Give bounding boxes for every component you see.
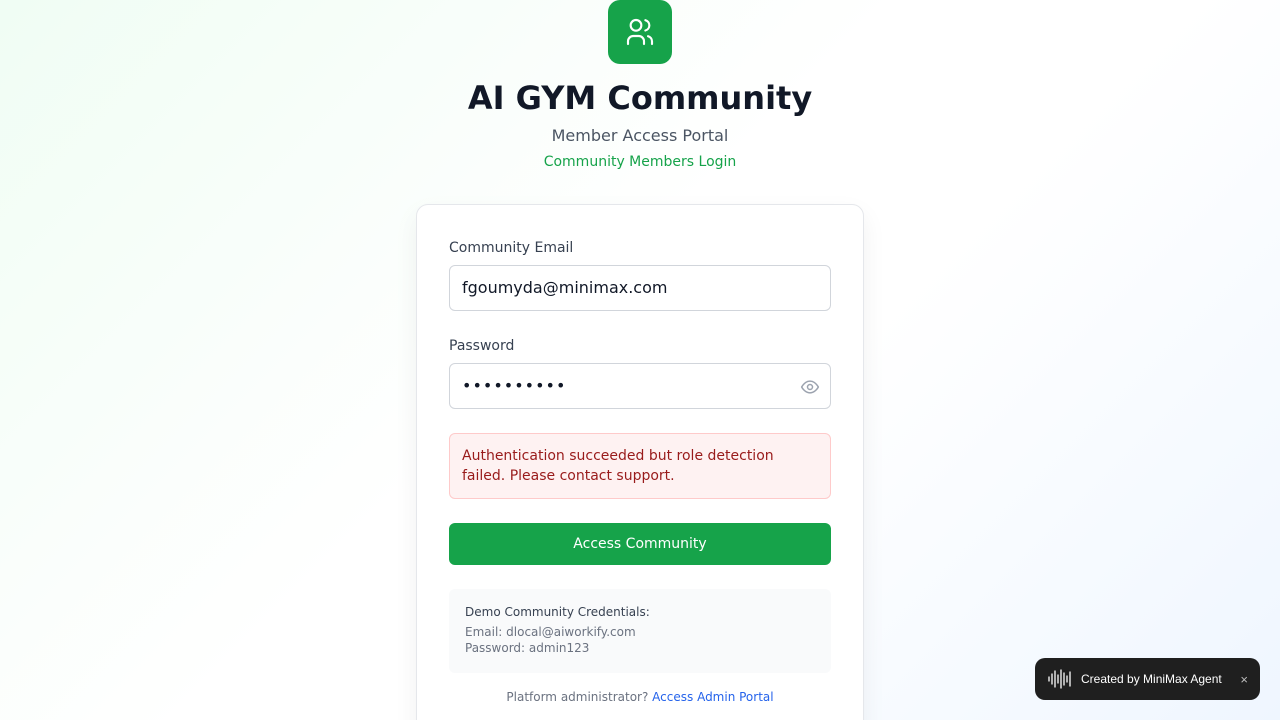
demo-credentials-box: Demo Community Credentials: Email: dloca… [449,589,831,673]
password-value: •••••••••• [462,376,567,395]
admin-prompt: Platform administrator? [506,690,649,704]
eye-icon[interactable] [800,377,820,397]
access-community-button[interactable]: Access Community [449,523,831,565]
page-header: AI GYM Community Member Access Portal Co… [0,0,1280,171]
demo-password: Password: admin123 [465,641,590,655]
close-icon[interactable]: × [1240,672,1248,687]
demo-title: Demo Community Credentials: [465,605,650,619]
page-subtitle: Member Access Portal [551,126,729,145]
admin-prompt-row: Platform administrator? Access Admin Por… [417,689,863,705]
login-type-label: Community Members Login [543,154,737,170]
admin-portal-link[interactable]: Access Admin Portal [652,690,773,704]
minimax-badge[interactable]: Created by MiniMax Agent × [1035,658,1260,700]
email-label: Community Email [449,240,574,256]
password-field[interactable]: •••••••••• [449,363,831,409]
demo-email: Email: dlocal@aiworkify.com [465,625,636,639]
logo [608,0,672,64]
users-icon [626,18,654,46]
error-alert: Authentication succeeded but role detect… [449,433,831,499]
page-title: AI GYM Community [467,79,813,117]
waveform-icon [1048,669,1071,689]
email-field[interactable]: fgoumyda@minimax.com [449,265,831,311]
login-card: Community Email fgoumyda@minimax.com Pas… [416,204,864,720]
badge-text: Created by MiniMax Agent [1081,672,1222,686]
password-label: Password [449,338,515,354]
